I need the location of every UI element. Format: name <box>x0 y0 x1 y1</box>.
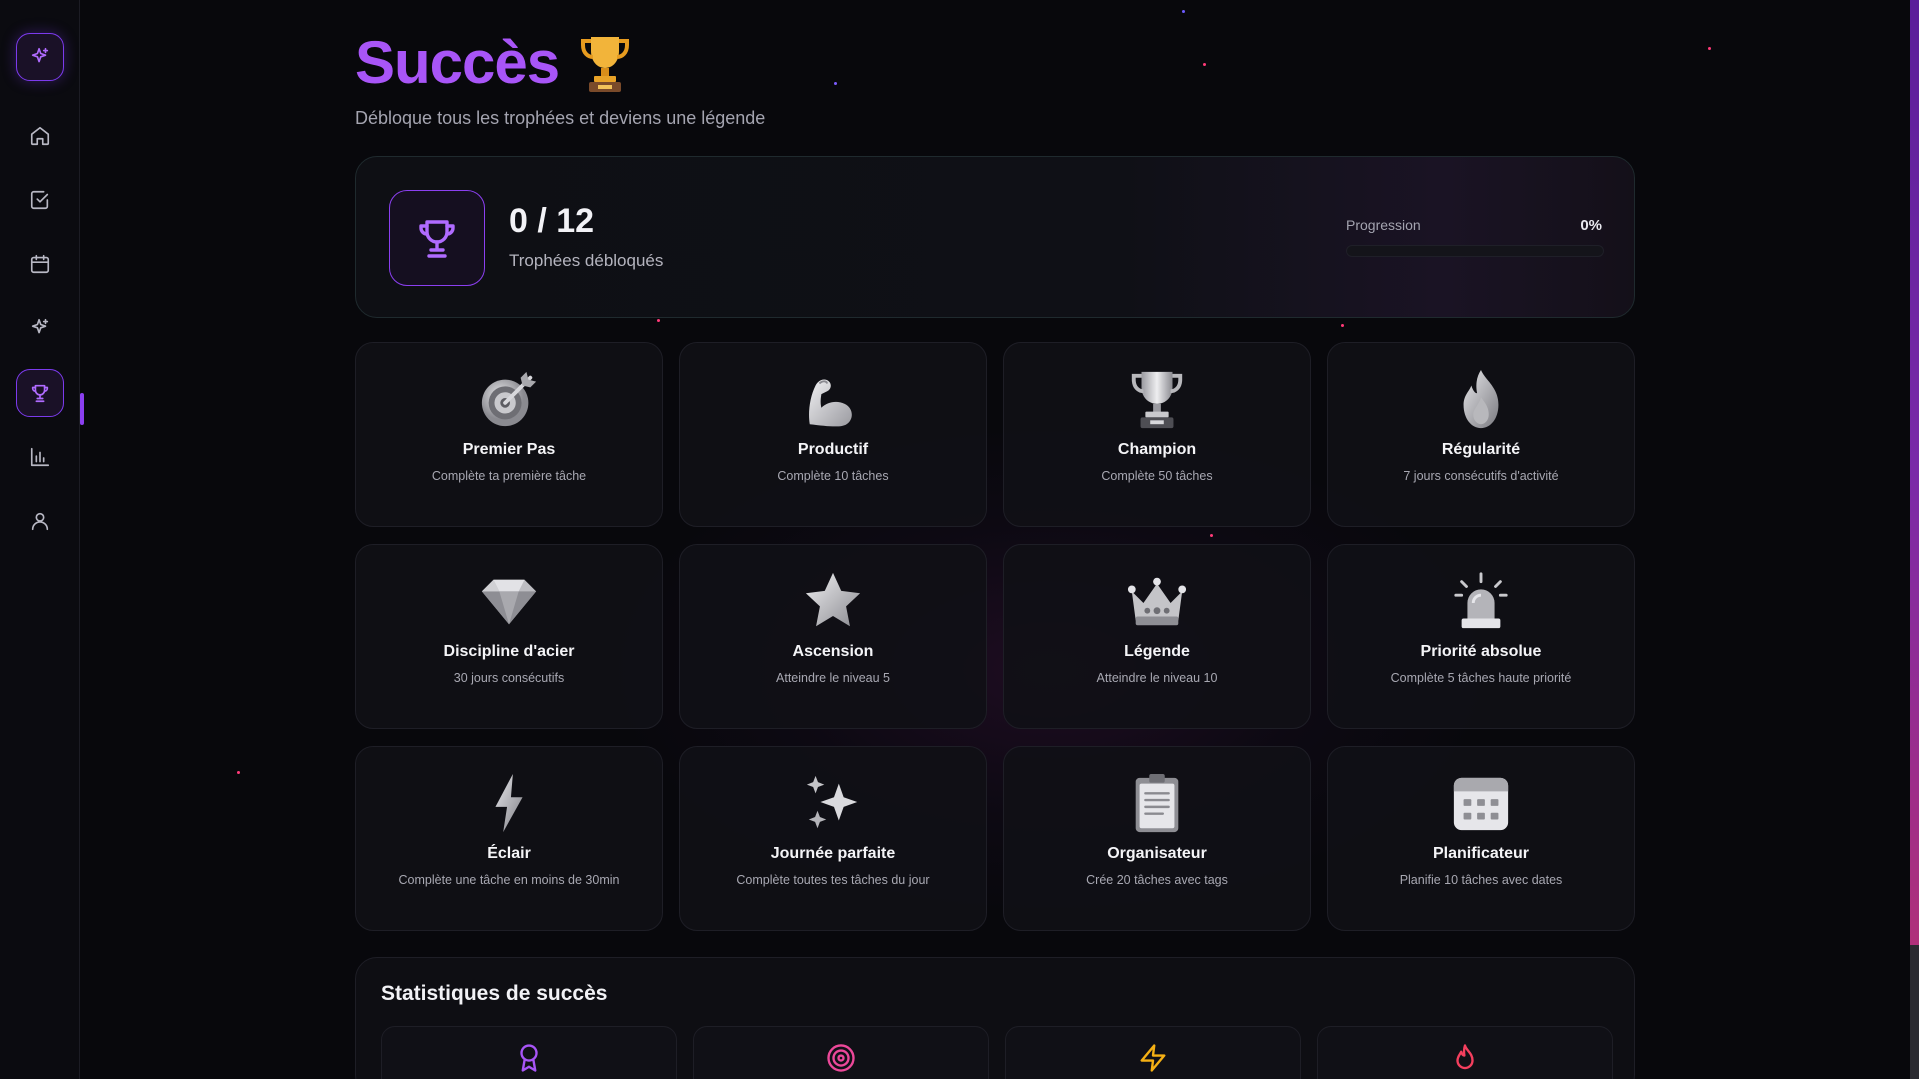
sidebar-item-achievements[interactable] <box>16 369 64 417</box>
achievement-card[interactable]: Priorité absolue Complète 5 tâches haute… <box>1327 544 1635 729</box>
trophy-icon <box>1131 371 1183 429</box>
achievement-card[interactable]: Éclair Complète une tâche en moins de 30… <box>355 746 663 931</box>
sparkles-icon <box>31 318 49 334</box>
calendar-icon <box>30 254 50 274</box>
achievement-card[interactable]: Régularité 7 jours consécutifs d'activit… <box>1327 342 1635 527</box>
achievement-title: Régularité <box>1441 441 1521 458</box>
sidebar-item-profile[interactable] <box>16 497 64 545</box>
summary-icon-box <box>389 190 485 286</box>
decorative-dot <box>1203 63 1206 66</box>
star-icon <box>805 572 861 627</box>
achievement-title: Premier Pas <box>462 441 556 458</box>
user-icon <box>31 512 49 531</box>
sidebar-item-tasks[interactable] <box>16 176 64 224</box>
achievement-title: Organisateur <box>1107 845 1207 862</box>
decorative-dot <box>1182 10 1185 13</box>
achievement-card[interactable]: Champion Complète 50 tâches <box>1003 342 1311 527</box>
trophy-icon <box>581 36 630 92</box>
diamond-icon <box>481 579 537 625</box>
zap-icon <box>1140 1044 1166 1072</box>
achievement-card[interactable]: Discipline d'acier 30 jours consécutifs <box>355 544 663 729</box>
achievement-title: Champion <box>1117 441 1197 458</box>
stat-card <box>693 1026 989 1079</box>
clipboard-icon <box>1135 773 1179 833</box>
achievement-title: Productif <box>797 441 869 458</box>
sidebar-item-stats[interactable] <box>16 433 64 481</box>
achievement-title: Priorité absolue <box>1420 643 1542 660</box>
achievement-card[interactable]: Ascension Atteindre le niveau 5 <box>679 544 987 729</box>
achievement-title: Planificateur <box>1432 845 1530 862</box>
stats-title: Statistiques de succès <box>381 982 608 1005</box>
active-indicator <box>80 393 84 425</box>
decorative-dot <box>1341 324 1344 327</box>
achievement-title: Éclair <box>487 845 531 862</box>
flame-icon <box>1456 1044 1474 1070</box>
sidebar-item-calendar[interactable] <box>16 240 64 288</box>
achievement-card[interactable]: Légende Atteindre le niveau 10 <box>1003 544 1311 729</box>
achievement-title: Ascension <box>792 643 874 660</box>
trophy-count: 0 / 12 <box>509 202 595 240</box>
sidebar-item-ai[interactable] <box>16 304 64 352</box>
progress-value: 0% <box>1580 217 1602 234</box>
sparkles-icon <box>31 47 49 63</box>
achievement-desc: Complète 10 tâches <box>777 469 889 483</box>
sidebar <box>0 0 80 1079</box>
achievement-card[interactable]: Planificateur Planifie 10 tâches avec da… <box>1327 746 1635 931</box>
sparkles-icon <box>806 775 858 829</box>
achievement-card[interactable]: Premier Pas Complète ta première tâche <box>355 342 663 527</box>
scrollbar-thumb[interactable] <box>1910 0 1919 945</box>
decorative-dot <box>1708 47 1711 50</box>
achievement-title: Journée parfaite <box>770 845 896 862</box>
siren-icon <box>1454 572 1508 629</box>
page-title-text: Succès <box>355 29 560 96</box>
award-icon <box>520 1044 538 1072</box>
page-title: Succès <box>355 28 633 97</box>
progress-bar <box>1346 245 1604 257</box>
trophy-icon <box>419 220 455 258</box>
target-icon <box>827 1044 855 1072</box>
decorative-dot <box>237 771 240 774</box>
decorative-dot <box>834 82 837 85</box>
scrollbar-track-lower <box>1910 945 1919 1079</box>
achievement-desc: Crée 20 tâches avec tags <box>1086 873 1228 887</box>
achievement-desc: Complète toutes tes tâches du jour <box>736 873 930 887</box>
achievements-grid: Premier Pas Complète ta première tâche P… <box>355 342 1635 931</box>
flame-icon <box>1463 369 1499 429</box>
home-icon <box>30 126 50 146</box>
achievement-desc: Atteindre le niveau 10 <box>1096 671 1218 685</box>
trophy-summary-card: 0 / 12 Trophées débloqués Progression 0% <box>355 156 1635 318</box>
decorative-dot <box>657 319 660 322</box>
stat-card <box>1005 1026 1301 1079</box>
progress-label: Progression <box>1346 217 1421 233</box>
app-logo-button[interactable] <box>16 33 64 81</box>
bar-chart-icon <box>30 447 50 467</box>
achievement-card[interactable]: Organisateur Crée 20 tâches avec tags <box>1003 746 1311 931</box>
crown-icon <box>1127 577 1187 626</box>
achievement-desc: Complète ta première tâche <box>431 469 587 483</box>
stats-section: Statistiques de succès <box>355 957 1635 1079</box>
achievement-desc: Atteindre le niveau 5 <box>776 671 890 685</box>
stat-card <box>1317 1026 1613 1079</box>
lightning-icon <box>495 773 523 833</box>
trophy-count-label: Trophées débloqués <box>509 251 664 270</box>
sidebar-item-home[interactable] <box>16 112 64 160</box>
check-square-icon <box>30 190 49 210</box>
achievement-desc: Planifie 10 tâches avec dates <box>1399 873 1563 887</box>
achievement-card[interactable]: Productif Complète 10 tâches <box>679 342 987 527</box>
achievement-desc: Complète une tâche en moins de 30min <box>398 873 620 887</box>
achievement-desc: 30 jours consécutifs <box>453 671 565 685</box>
achievement-card[interactable]: Journée parfaite Complète toutes tes tâc… <box>679 746 987 931</box>
achievement-desc: Complète 50 tâches <box>1101 469 1213 483</box>
calendar-icon <box>1453 777 1509 831</box>
stat-card <box>381 1026 677 1079</box>
achievement-desc: Complète 5 tâches haute priorité <box>1390 671 1572 685</box>
trophy-icon <box>31 384 49 403</box>
achievement-desc: 7 jours consécutifs d'activité <box>1403 469 1559 483</box>
achievement-title: Discipline d'acier <box>443 643 575 660</box>
target-icon <box>481 371 537 427</box>
muscle-icon <box>809 379 852 427</box>
achievement-title: Légende <box>1124 643 1190 660</box>
page-subtitle: Débloque tous les trophées et deviens un… <box>355 108 766 128</box>
